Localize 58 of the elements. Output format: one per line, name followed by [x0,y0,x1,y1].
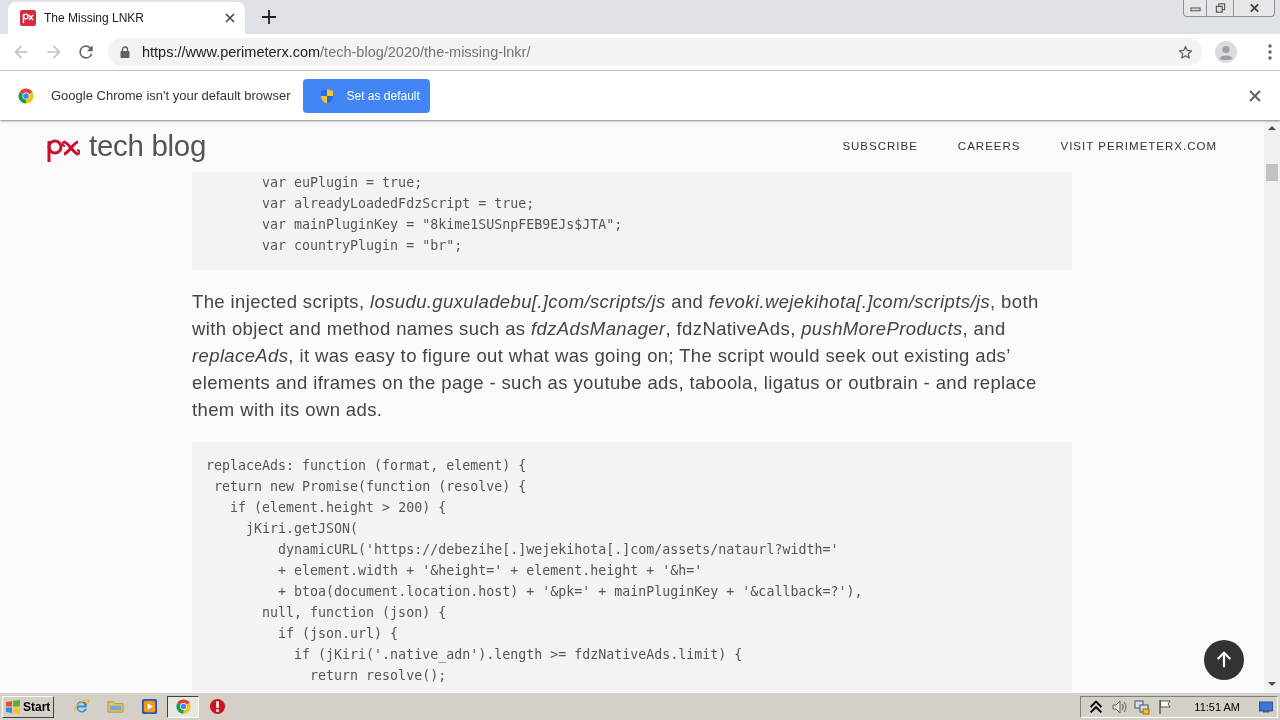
url-text[interactable]: https://www.perimeterx.com/tech-blog/2020/the-missing-lnkr/ [142,44,531,60]
code-line: var countryPlugin = "br"; [262,238,463,253]
arrow-up-icon [1215,651,1233,669]
start-button[interactable]: Start [2,695,54,718]
browser-tab[interactable]: The Missing LNKR [8,2,245,34]
article-paragraph: The injected scripts, losudu.guxuladebu[.]com/scripts/js and fevoki.wejekihota[.]com/scripts/js, both with object and method names such as fdzAdsManager, fdzNativeAds, pushMoreProducts, and replaceAds, it was easy to figure out what was going on; The script would seek out existing ads’ elements and iframes on the page - such as youtube ads, taboola, ligatus or outbrain - and replace them with its own ads. [192,290,1040,422]
set-default-button[interactable]: Set as default [303,78,431,113]
speaker-icon[interactable] [1111,698,1128,715]
flag-icon[interactable] [1157,698,1174,715]
shield-icon [319,87,336,104]
code-line: + element.width + '&height=' + element.height + '&h=' [278,563,703,578]
e-logo-icon [72,698,90,715]
code-line: var alreadyLoadedFdzScript = true; [262,196,535,211]
blog-title[interactable]: tech blog [89,129,207,163]
network-icon[interactable] [1134,698,1151,715]
restore-icon [1214,3,1226,13]
code-line: + btoa(document.location.host) + '&pk=' + mainPluginKey + '&callback=?'), [278,584,863,599]
windows-logo-icon [5,698,21,715]
warning-circle-icon [208,698,226,715]
favicon-icon [20,10,36,26]
star-icon[interactable] [1177,43,1194,61]
media-player-icon [140,698,158,715]
code-line: replaceAds: function (format, element) { [206,458,527,473]
nav-link[interactable]: VISIT PERIMETERX.COM [1060,140,1217,152]
taskbar-app-button[interactable] [167,695,199,718]
round-logo-icon [17,86,35,105]
menu-icon[interactable] [1268,44,1272,60]
close-icon[interactable] [225,13,235,23]
clock-time[interactable]: 11:51 AM [1194,700,1240,713]
code-line: null, function (json) { [262,605,447,620]
show-desktop-icon[interactable] [1259,700,1273,713]
avatar-icon[interactable] [1215,41,1237,63]
close-icon[interactable] [1249,89,1261,102]
restore-button[interactable] [1207,0,1234,17]
code-line: if (element.height > 200) { [230,500,447,515]
scrollbar-thumb[interactable] [1266,164,1278,181]
chevron-up-icon[interactable] [1088,698,1105,715]
folder-icon [106,698,124,715]
code-line: if (jKiri('.native_adn').length >= fdzNativeAds.limit) { [294,647,743,662]
code-line: return resolve(); [310,668,447,683]
minimize-button[interactable] [1183,0,1207,17]
nav-link[interactable]: SUBSCRIBE [842,140,918,152]
window-close-button[interactable] [1234,0,1275,17]
nav-link[interactable]: CAREERS [957,140,1021,152]
address-bar[interactable]: https://www.perimeterx.com/tech-blog/2020/the-missing-lnkr/ [108,38,1202,66]
plus-icon[interactable] [262,10,276,24]
scroll-to-top-button[interactable] [1204,640,1244,680]
code-line: var euPlugin = true; [262,175,423,190]
code-line: dynamicURL('https://debezihe[.]wejekihota[.]com/assets/nataurl?width=' [278,542,839,557]
infobar-message: Google Chrome isn't your default browser [51,88,291,103]
code-line: jKiri.getJSON( [246,521,359,536]
code-line: return new Promise(function (resolve) { [214,479,527,494]
code-line: if (json.url) { [278,626,399,641]
code-line: var mainPluginKey = "8kime1SUSnpFEB9EJs$JTA"; [262,217,623,232]
round-logo-icon [174,698,192,715]
lock-icon [120,46,130,58]
close-icon [1248,3,1260,13]
reload-icon[interactable] [76,42,96,62]
